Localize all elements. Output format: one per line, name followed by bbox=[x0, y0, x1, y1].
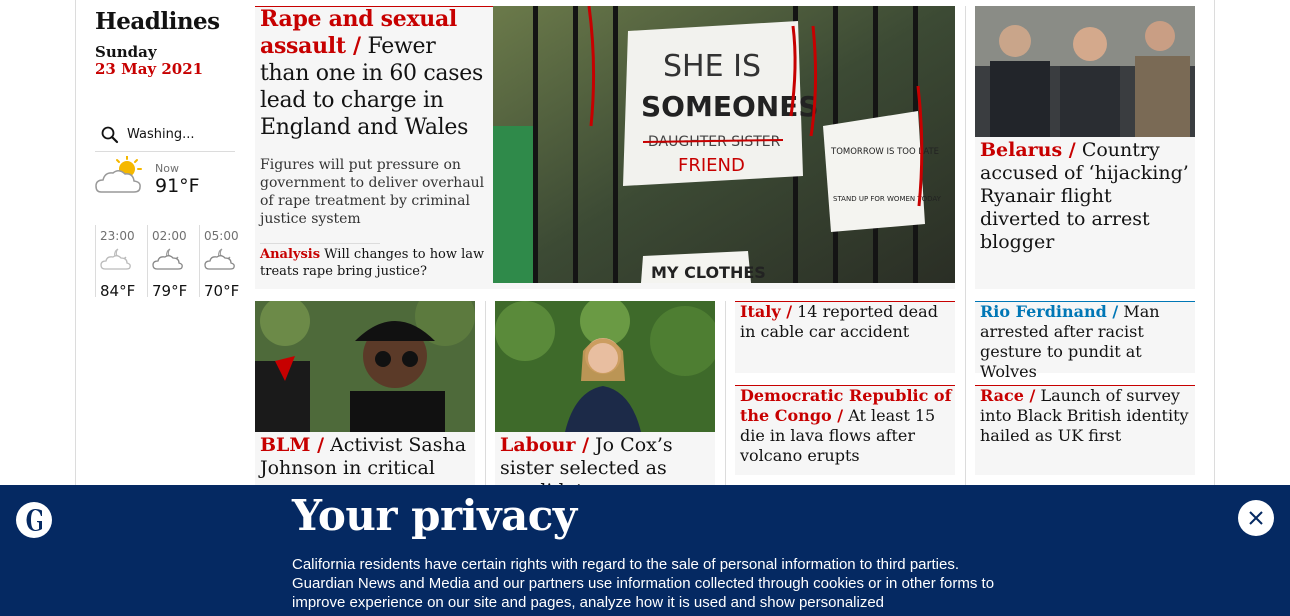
cloud-moon-icon bbox=[152, 248, 183, 270]
date-day: Sunday bbox=[95, 43, 157, 61]
story-kicker: Race / bbox=[980, 386, 1036, 405]
weather-now-label: Now bbox=[155, 162, 179, 175]
sign-text: SHE IS bbox=[663, 49, 761, 84]
forecast-temp: 79°F bbox=[152, 282, 188, 300]
sun-cloud-icon bbox=[95, 156, 142, 193]
belarus-story-headline[interactable]: Belarus / Country accused of ‘hijacking’… bbox=[980, 139, 1190, 254]
weather-forecast: 23:00 84°F 02:00 79°F 05:00 70°F bbox=[95, 225, 251, 300]
privacy-title: Your privacy bbox=[292, 491, 577, 540]
cloud-moon-icon bbox=[204, 248, 235, 270]
divider bbox=[485, 301, 486, 486]
close-icon bbox=[1249, 511, 1263, 525]
divider bbox=[260, 243, 380, 244]
story-kicker: Rio Ferdinand / bbox=[980, 302, 1119, 321]
sign-text: MY CLOTHES bbox=[651, 263, 766, 282]
story-kicker: BLM / bbox=[260, 434, 325, 456]
related-link[interactable]: Analysis Will changes to how law treats … bbox=[260, 246, 488, 280]
forecast-slot: 02:00 79°F bbox=[147, 225, 199, 300]
forecast-time: 05:00 bbox=[204, 229, 239, 243]
forecast-time: 23:00 bbox=[100, 229, 135, 243]
story-kicker: Belarus / bbox=[980, 139, 1076, 161]
main-story-headline[interactable]: Rape and sexual assault / Fewer than one… bbox=[260, 6, 488, 141]
drc-story-headline[interactable]: Democratic Republic of the Congo / At le… bbox=[740, 386, 952, 466]
divider bbox=[965, 6, 966, 486]
date-full: 23 May 2021 bbox=[95, 60, 204, 78]
sign-text: STAND UP FOR WOMEN TODAY bbox=[833, 195, 942, 203]
guardian-logo-icon bbox=[16, 502, 52, 538]
cloud-moon-icon bbox=[100, 248, 131, 270]
blm-story-image[interactable] bbox=[255, 301, 475, 432]
main-story-image[interactable]: SHE IS SOMEONES DAUGHTER SISTER FRIEND T… bbox=[493, 6, 955, 283]
divider bbox=[725, 301, 726, 486]
story-kicker: Italy / bbox=[740, 302, 793, 321]
race-story-headline[interactable]: Race / Launch of survey into Black Briti… bbox=[980, 386, 1192, 446]
forecast-time: 02:00 bbox=[152, 229, 187, 243]
search-icon bbox=[101, 126, 119, 143]
privacy-text: California residents have certain rights… bbox=[292, 556, 995, 611]
forecast-slot: 05:00 70°F bbox=[199, 225, 251, 300]
story-kicker: Labour / bbox=[500, 434, 590, 456]
belarus-story-image[interactable] bbox=[975, 6, 1195, 137]
section-title: Headlines bbox=[95, 8, 220, 35]
forecast-slot: 23:00 84°F bbox=[95, 225, 147, 300]
close-button[interactable] bbox=[1238, 500, 1274, 536]
labour-story-image[interactable] bbox=[495, 301, 715, 432]
weather-now-temp: 91°F bbox=[155, 175, 200, 197]
location-name: Washing... bbox=[127, 127, 195, 142]
main-story-standfirst: Figures will put pressure on government … bbox=[260, 157, 485, 227]
sign-text: FRIEND bbox=[678, 155, 745, 176]
forecast-temp: 84°F bbox=[100, 282, 136, 300]
rio-story-headline[interactable]: Rio Ferdinand / Man arrested after racis… bbox=[980, 302, 1192, 382]
blm-story-headline[interactable]: BLM / Activist Sasha Johnson in critical bbox=[260, 434, 472, 480]
forecast-temp: 70°F bbox=[204, 282, 240, 300]
italy-story-headline[interactable]: Italy / 14 reported dead in cable car ac… bbox=[740, 302, 952, 342]
weather-location[interactable]: Washing... bbox=[95, 118, 235, 152]
related-kicker: Analysis bbox=[260, 247, 321, 262]
